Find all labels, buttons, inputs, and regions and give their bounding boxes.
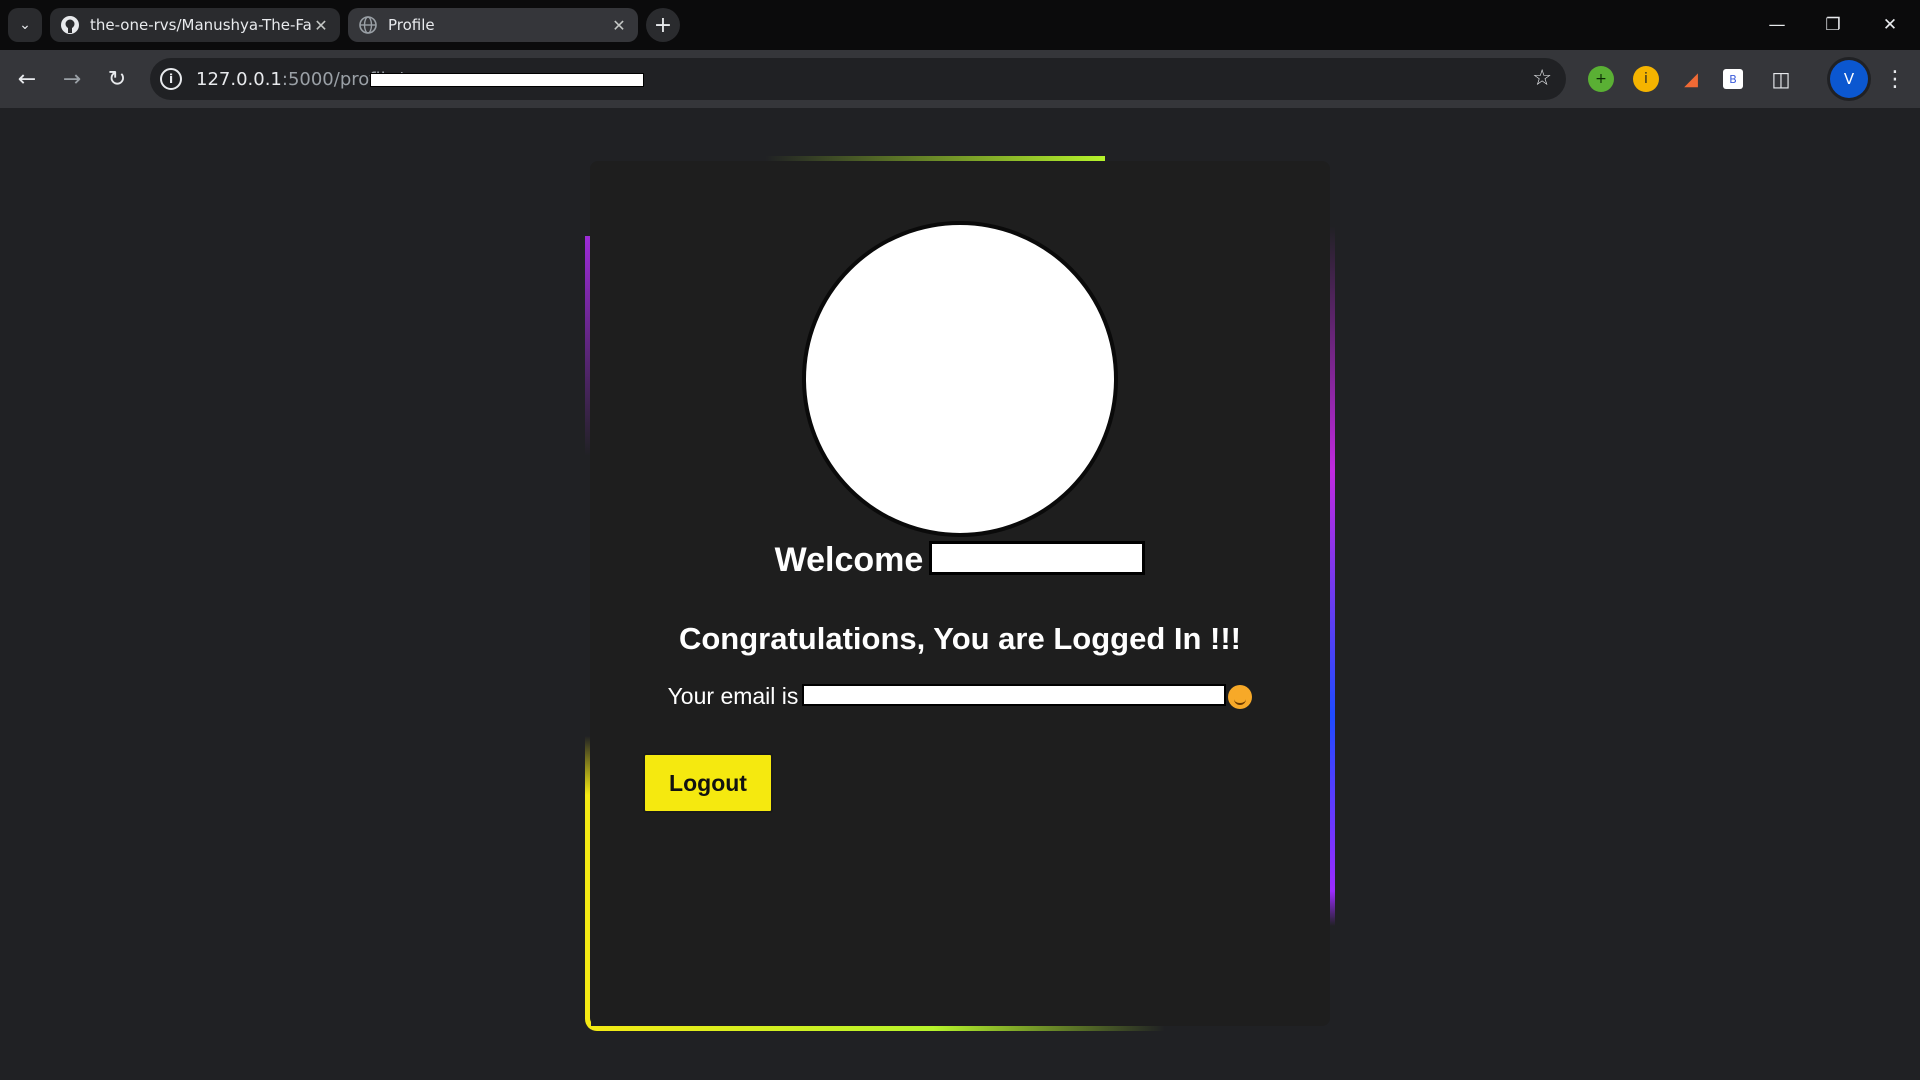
chevron-down-icon: ⌄	[19, 17, 31, 33]
browser-menu-icon[interactable]: ⋮	[1880, 62, 1910, 96]
tab-search-button[interactable]: ⌄	[8, 8, 42, 42]
extensions-puzzle-icon[interactable]: ◫	[1768, 66, 1794, 92]
plus-icon: +	[653, 12, 673, 38]
restore-button[interactable]: ❐	[1813, 10, 1853, 40]
arrow-right-icon: →	[62, 66, 82, 92]
page-viewport: Welcome Congratulations, You are Logged …	[0, 108, 1920, 1080]
github-icon	[60, 15, 80, 35]
avatar-initial: V	[1843, 70, 1855, 88]
welcome-label: Welcome	[774, 541, 924, 579]
glow-border-right	[1330, 226, 1335, 926]
smiling-face-emoji-icon	[1228, 685, 1253, 709]
site-info-icon[interactable]: i	[160, 68, 182, 90]
profile-card: Welcome Congratulations, You are Logged …	[590, 161, 1330, 1026]
address-bar[interactable]: i 127.0.0.1:5000/profile/ ☆	[150, 58, 1566, 100]
tab-title: Profile	[388, 16, 435, 34]
profile-card-frame: Welcome Congratulations, You are Logged …	[585, 156, 1335, 1031]
extension-b-icon[interactable]: B	[1723, 69, 1743, 89]
tab-profile[interactable]: Profile ✕	[348, 8, 638, 42]
close-tab-icon[interactable]: ✕	[610, 16, 628, 35]
restore-icon: ❐	[1825, 15, 1841, 35]
close-icon: ✕	[1882, 15, 1898, 35]
forward-button[interactable]: →	[55, 62, 89, 96]
logout-button[interactable]: Logout	[643, 753, 773, 813]
arrow-left-icon: ←	[17, 66, 37, 92]
reload-button[interactable]: ↻	[100, 62, 134, 96]
tab-title: the-one-rvs/Manushya-The-Fac	[90, 16, 312, 34]
profile-picture	[802, 221, 1118, 537]
bookmark-star-icon[interactable]: ☆	[1532, 66, 1552, 91]
globe-icon	[358, 15, 378, 35]
browser-tab-strip: ⌄ the-one-rvs/Manushya-The-Fac ✕ Profile…	[0, 0, 1920, 50]
browser-toolbar: ← → ↻ i 127.0.0.1:5000/profile/ ☆ + i ◢ …	[0, 50, 1920, 108]
email-label: Your email is	[667, 683, 799, 709]
redacted-username	[929, 541, 1146, 575]
url-host: 127.0.0.1	[196, 69, 282, 90]
close-window-button[interactable]: ✕	[1870, 10, 1910, 40]
minimize-button[interactable]: —	[1757, 10, 1797, 40]
reload-icon: ↻	[107, 66, 127, 92]
back-button[interactable]: ←	[10, 62, 44, 96]
redacted-url-segment	[370, 73, 644, 87]
extension-green-icon[interactable]: +	[1588, 66, 1614, 92]
congrats-heading: Congratulations, You are Logged In !!!	[678, 621, 1241, 656]
extension-info-icon[interactable]: i	[1633, 66, 1659, 92]
close-tab-icon[interactable]: ✕	[312, 16, 330, 35]
glow-border-bottom	[585, 1026, 1165, 1031]
profile-avatar[interactable]: V	[1830, 60, 1868, 98]
minimize-icon: —	[1768, 15, 1786, 35]
welcome-heading: Welcome	[590, 541, 1330, 580]
extension-orange-icon[interactable]: ◢	[1678, 66, 1704, 92]
redacted-email	[802, 684, 1227, 706]
tab-github[interactable]: the-one-rvs/Manushya-The-Fac ✕	[50, 8, 340, 42]
email-line: Your email is	[590, 683, 1330, 710]
new-tab-button[interactable]: +	[646, 8, 680, 42]
